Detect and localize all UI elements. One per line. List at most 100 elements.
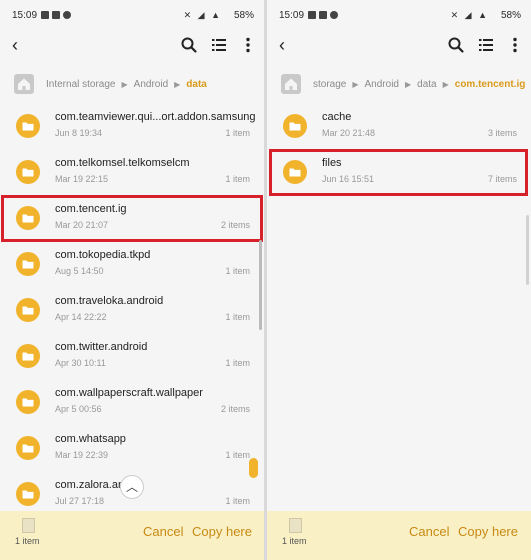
folder-row[interactable]: com.whatsapp Mar 19 22:39 1 item xyxy=(0,424,264,470)
more-options-icon[interactable] xyxy=(511,36,519,54)
more-options-icon[interactable] xyxy=(244,36,252,54)
back-arrow-icon[interactable]: ‹ xyxy=(12,36,30,54)
folder-item-count: 1 item xyxy=(225,174,250,184)
folder-item-count: 1 item xyxy=(225,450,250,460)
right-panel: 15:09 ✕ ◢ ▲ 58% ‹ storage ▶ Android ▶ da… xyxy=(267,0,531,560)
scroll-to-top-chevron-icon[interactable]: ︿ xyxy=(120,475,144,499)
breadcrumb-item[interactable]: data xyxy=(417,79,436,90)
folder-date: Jun 16 15:51 xyxy=(322,174,375,184)
folder-icon xyxy=(283,160,307,184)
folder-date: Jun 8 19:34 xyxy=(55,128,103,138)
scrollbar[interactable] xyxy=(526,215,529,285)
folder-name: com.teamviewer.qui...ort.addon.samsung xyxy=(55,111,256,123)
home-icon[interactable] xyxy=(14,74,34,94)
folder-date: Mar 19 22:39 xyxy=(55,450,109,460)
folder-date: Apr 5 00:56 xyxy=(55,404,102,414)
file-icon xyxy=(22,518,35,533)
battery-level: 58% xyxy=(500,10,521,21)
breadcrumb-item[interactable]: storage xyxy=(313,79,346,90)
file-icon xyxy=(289,518,302,533)
copy-here-button[interactable]: Copy here xyxy=(458,524,518,539)
folder-row[interactable]: files Jun 16 15:51 7 items xyxy=(267,148,531,194)
toolbar: ‹ xyxy=(267,32,531,60)
folder-list: com.teamviewer.qui...ort.addon.samsung J… xyxy=(0,102,264,516)
folder-date: Mar 20 21:48 xyxy=(322,128,376,138)
breadcrumb-item[interactable]: Internal storage xyxy=(46,79,116,90)
list-view-icon[interactable] xyxy=(477,36,495,54)
breadcrumb-separator-icon: ▶ xyxy=(404,79,412,89)
folder-item-count: 3 items xyxy=(487,128,517,138)
folder-name: files xyxy=(322,157,342,169)
notification-icons xyxy=(308,11,338,19)
cancel-button[interactable]: Cancel xyxy=(143,524,183,539)
breadcrumb-separator-icon: ▶ xyxy=(442,79,449,89)
folder-item-count: 1 item xyxy=(225,312,250,322)
breadcrumb-item[interactable]: Android xyxy=(134,79,168,90)
list-view-icon[interactable] xyxy=(210,36,228,54)
folder-date: Apr 14 22:22 xyxy=(55,312,107,322)
battery-level: 58% xyxy=(233,10,254,21)
folder-icon xyxy=(16,390,40,414)
home-icon[interactable] xyxy=(281,74,301,94)
status-time: 15:09 xyxy=(12,10,38,21)
folder-date: Mar 19 22:15 xyxy=(55,174,109,184)
system-status-icons: ✕ ◢ ▲ xyxy=(450,10,489,20)
folder-date: Apr 30 10:11 xyxy=(55,358,106,368)
folder-icon xyxy=(16,114,40,138)
back-arrow-icon[interactable]: ‹ xyxy=(279,36,297,54)
breadcrumb-item[interactable]: Android xyxy=(365,79,399,90)
folder-row[interactable]: cache Mar 20 21:48 3 items xyxy=(267,102,531,148)
scrollbar[interactable] xyxy=(259,240,262,330)
toolbar: ‹ xyxy=(0,32,264,60)
folder-icon xyxy=(16,160,40,184)
folder-item-count: 2 items xyxy=(220,220,250,230)
folder-list: cache Mar 20 21:48 3 items files Jun 16 … xyxy=(267,102,531,194)
left-panel: 15:09 ✕ ◢ ▲ 58% ‹ Internal storage ▶ And… xyxy=(0,0,264,560)
folder-item-count: 2 items xyxy=(220,404,250,414)
folder-icon xyxy=(16,206,40,230)
cancel-button[interactable]: Cancel xyxy=(409,524,449,539)
folder-row[interactable]: com.telkomsel.telkomselcm Mar 19 22:15 1… xyxy=(0,148,264,194)
folder-row[interactable]: com.teamviewer.qui...ort.addon.samsung J… xyxy=(0,102,264,148)
breadcrumb-separator-icon: ▶ xyxy=(121,79,128,89)
folder-item-count: 1 item xyxy=(225,496,250,506)
search-icon[interactable] xyxy=(447,36,465,54)
folder-row[interactable]: com.tokopedia.tkpd Aug 5 14:50 1 item xyxy=(0,240,264,286)
bottom-action-bar: 1 item Cancel Copy here xyxy=(267,511,531,560)
folder-name: cache xyxy=(322,111,352,123)
search-icon[interactable] xyxy=(180,36,198,54)
folder-row[interactable]: com.wallpaperscraft.wallpaper Apr 5 00:5… xyxy=(0,378,264,424)
breadcrumb: Internal storage ▶ Android ▶ data xyxy=(0,70,264,98)
folder-item-count: 1 item xyxy=(225,266,250,276)
folder-icon xyxy=(16,436,40,460)
breadcrumb: storage ▶ Android ▶ data ▶ com.tencent.i… xyxy=(267,70,531,98)
status-bar: 15:09 ✕ ◢ ▲ 58% xyxy=(0,0,264,32)
folder-date: Mar 20 21:07 xyxy=(55,220,109,230)
fast-scroll-handle[interactable] xyxy=(249,458,258,478)
folder-item-count: 7 items xyxy=(487,174,517,184)
folder-name: com.telkomsel.telkomselcm xyxy=(55,157,190,169)
folder-item-count: 1 item xyxy=(225,358,250,368)
folder-icon xyxy=(283,114,307,138)
breadcrumb-separator-icon: ▶ xyxy=(174,79,181,89)
selected-item-count: 1 item xyxy=(15,536,40,546)
folder-name: com.tokopedia.tkpd xyxy=(55,249,151,261)
status-bar: 15:09 ✕ ◢ ▲ 58% xyxy=(267,0,531,32)
folder-name: com.twitter.android xyxy=(55,341,148,353)
system-status-icons: ✕ ◢ ▲ xyxy=(183,10,222,20)
folder-name: com.wallpaperscraft.wallpaper xyxy=(55,387,203,399)
notification-icons xyxy=(41,11,71,19)
breadcrumb-current[interactable]: com.tencent.ig xyxy=(455,79,526,90)
folder-row[interactable]: com.traveloka.android Apr 14 22:22 1 ite… xyxy=(0,286,264,332)
folder-name: com.whatsapp xyxy=(55,433,126,445)
folder-row[interactable]: com.tencent.ig Mar 20 21:07 2 items xyxy=(0,194,264,240)
folder-date: Aug 5 14:50 xyxy=(55,266,104,276)
breadcrumb-separator-icon: ▶ xyxy=(352,79,359,89)
folder-item-count: 1 item xyxy=(225,128,250,138)
folder-icon xyxy=(16,298,40,322)
folder-row[interactable]: com.twitter.android Apr 30 10:11 1 item xyxy=(0,332,264,378)
breadcrumb-current[interactable]: data xyxy=(186,79,207,90)
selected-item-count: 1 item xyxy=(282,536,307,546)
status-time: 15:09 xyxy=(279,10,305,21)
copy-here-button[interactable]: Copy here xyxy=(192,524,252,539)
